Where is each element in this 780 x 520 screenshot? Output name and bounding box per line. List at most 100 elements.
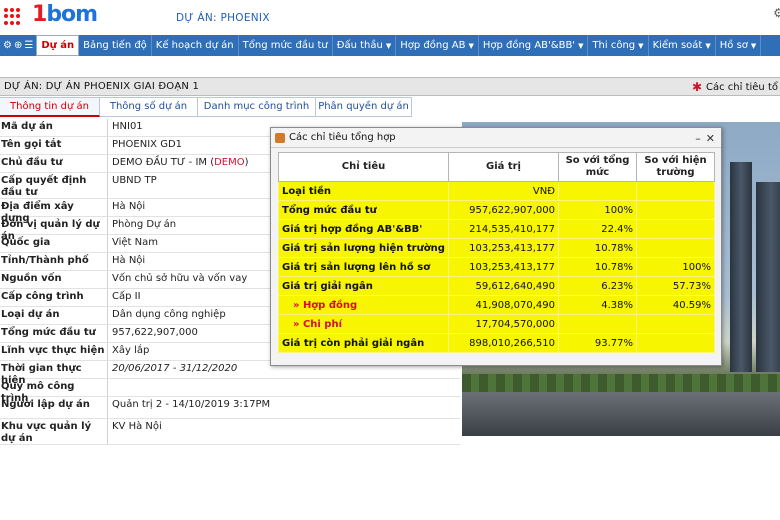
project-tabs: Thông tin dự án Thông số dự án Danh mục cô… <box>0 97 412 117</box>
info-key: Người lập dự án <box>0 397 108 418</box>
chevron-down-icon: ▼ <box>750 41 757 50</box>
tower-shape <box>730 162 752 372</box>
indicator-pct-site <box>636 314 715 334</box>
menu-item-label: Hợp đồng AB'&BB' <box>482 40 576 51</box>
tab[interactable]: Danh mục công trình <box>198 97 316 117</box>
gear-icon[interactable]: ⚙ <box>3 40 12 51</box>
column-header: So với tổng mức <box>558 152 637 182</box>
menu-item-label: Hợp đồng AB <box>400 40 466 51</box>
indicator-name: Giá trị còn phải giải ngân <box>278 333 449 353</box>
info-key: Nguồn vốn <box>0 271 108 288</box>
info-value: Việt Nam <box>112 237 159 248</box>
info-value <box>108 379 116 396</box>
summary-indicators-link[interactable]: ✱ Các chỉ tiêu tổ <box>692 80 778 94</box>
indicator-name: » Hợp đồng <box>278 295 449 315</box>
info-value: DEMO ĐẦU TƯ - IM (DEMO) <box>112 157 249 168</box>
indicator-pct-site <box>636 200 715 220</box>
indicator-pct-total: 22.4% <box>558 219 637 239</box>
indicator-pct-total: 10.78% <box>558 257 637 277</box>
indicator-pct-site <box>636 181 715 201</box>
info-key: Lĩnh vực thực hiện <box>0 343 108 360</box>
section-header: DỰ ÁN: DỰ ÁN PHOENIX GIAI ĐOẠN 1 ✱ Các c… <box>0 77 780 96</box>
menu-item-label: Đấu thầu <box>336 40 383 51</box>
chevron-down-icon: ▼ <box>705 41 711 50</box>
summary-row: Loại tiền VNĐ <box>278 181 715 201</box>
column-header: Giá trị <box>448 152 559 182</box>
settings-icon <box>275 132 285 143</box>
info-key: Tỉnh/Thành phố <box>0 253 108 270</box>
column-header: Chỉ tiêu <box>278 152 449 182</box>
indicator-value: VNĐ <box>448 181 559 201</box>
menu-item[interactable]: Hợp đồng AB'&BB' ▼ <box>479 35 589 56</box>
indicator-value: 957,622,907,000 <box>448 200 559 220</box>
road <box>462 392 780 436</box>
summary-row: » Hợp đồng 41,908,070,490 4.38% 40.59% <box>278 295 715 315</box>
indicator-pct-site <box>636 238 715 258</box>
user-menu-icon[interactable]: ⚙ <box>773 6 780 20</box>
popup-title-bar[interactable]: Các chỉ tiêu tổng hợp <box>271 128 721 148</box>
menu-item[interactable]: Hợp đồng AB ▼ <box>396 35 479 56</box>
add-icon[interactable]: ⊕ <box>14 40 22 51</box>
info-value: 957,622,907,000 <box>112 327 198 338</box>
menu-item-label: Tổng mức đầu tư <box>242 40 328 51</box>
menu-item[interactable]: Kiểm soát ▼ <box>649 35 716 56</box>
indicator-pct-total: 100% <box>558 200 637 220</box>
indicator-value: 17,704,570,000 <box>448 314 559 334</box>
indicator-pct-total: 93.77% <box>558 333 637 353</box>
menu-item[interactable]: Thi công ▼ <box>588 35 649 56</box>
info-key: Đơn vị quản lý dự án <box>0 217 108 242</box>
menu-item-label: Kiểm soát <box>652 40 703 51</box>
info-value: PHOENIX GD1 <box>112 139 183 150</box>
menu-item-label: Hồ sơ <box>719 40 748 51</box>
indicator-name: Giá trị hợp đồng AB'&BB' <box>278 219 449 239</box>
menu-item[interactable]: Tổng mức đầu tư <box>239 35 333 56</box>
info-value: Quản trị 2 - 14/10/2019 3:17PM <box>112 399 271 410</box>
popup-title: Các chỉ tiêu tổng hợp <box>289 132 396 143</box>
indicator-pct-site <box>636 219 715 239</box>
project-heading: DỰ ÁN: PHOENIX <box>176 12 270 24</box>
apps-grid-icon[interactable] <box>4 8 21 25</box>
app-logo[interactable]: 1bom <box>32 2 98 27</box>
summary-row: Giá trị sản lượng lên hồ sơ 103,253,413,1… <box>278 257 715 277</box>
section-title: DỰ ÁN: DỰ ÁN PHOENIX GIAI ĐOẠN 1 <box>4 81 200 92</box>
indicator-value: 214,535,410,177 <box>448 219 559 239</box>
info-key: Chủ đầu tư <box>0 155 108 172</box>
close-icon[interactable]: ✕ <box>706 132 715 145</box>
chevron-down-icon: ▼ <box>578 41 584 50</box>
menu-item-label: Dự án <box>41 40 75 51</box>
menu-item[interactable]: Đấu thầu ▼ <box>333 35 397 56</box>
info-value: KV Hà Nội <box>112 421 162 432</box>
info-value: Cấp II <box>112 291 141 302</box>
indicator-name: Giá trị sản lượng hiện trường <box>278 238 449 258</box>
tower-shape <box>756 182 780 372</box>
menu-item[interactable]: Bảng tiến độ <box>79 35 152 56</box>
indicator-value: 41,908,070,490 <box>448 295 559 315</box>
star-icon: ✱ <box>691 80 702 94</box>
chevron-down-icon: ▼ <box>468 41 474 50</box>
info-value: Xây lắp <box>112 345 150 356</box>
indicator-pct-total: 6.23% <box>558 276 637 296</box>
info-value: HNI01 <box>112 121 143 132</box>
info-key: Mã dự án <box>0 119 108 136</box>
menu-item-label: Kế hoạch dự án <box>155 40 234 51</box>
summary-indicators-label: Các chỉ tiêu tổ <box>706 81 778 93</box>
indicator-pct-site: 100% <box>636 257 715 277</box>
tree-line <box>462 374 780 392</box>
list-icon[interactable]: ☰ <box>24 40 33 51</box>
indicator-pct-site <box>636 333 715 353</box>
tab[interactable]: Thông tin dự án <box>0 97 100 117</box>
menu-item[interactable]: Kế hoạch dự án <box>152 35 239 56</box>
summary-indicators-popup: Các chỉ tiêu tổng hợp – ✕ Chỉ tiêu Giá t… <box>270 127 722 366</box>
info-key: Khu vực quản lý dự án <box>0 419 108 444</box>
info-key: Địa điểm xây dựng <box>0 199 108 224</box>
menu-item[interactable]: Hồ sơ ▼ <box>716 35 762 56</box>
info-key: Quy mô công trình <box>0 379 108 404</box>
indicator-name: Giá trị sản lượng lên hồ sơ <box>278 257 449 277</box>
info-value: 20/06/2017 - 31/12/2020 <box>112 363 238 374</box>
menu-item[interactable]: Dự án <box>36 35 80 56</box>
info-row: Quy mô công trình <box>0 379 460 404</box>
top-header: 1bom DỰ ÁN: PHOENIX ⚙ <box>0 0 780 34</box>
tab[interactable]: Phân quyền dự án <box>316 97 412 117</box>
minimize-icon[interactable]: – <box>695 132 701 145</box>
tab[interactable]: Thông số dự án <box>100 97 198 117</box>
